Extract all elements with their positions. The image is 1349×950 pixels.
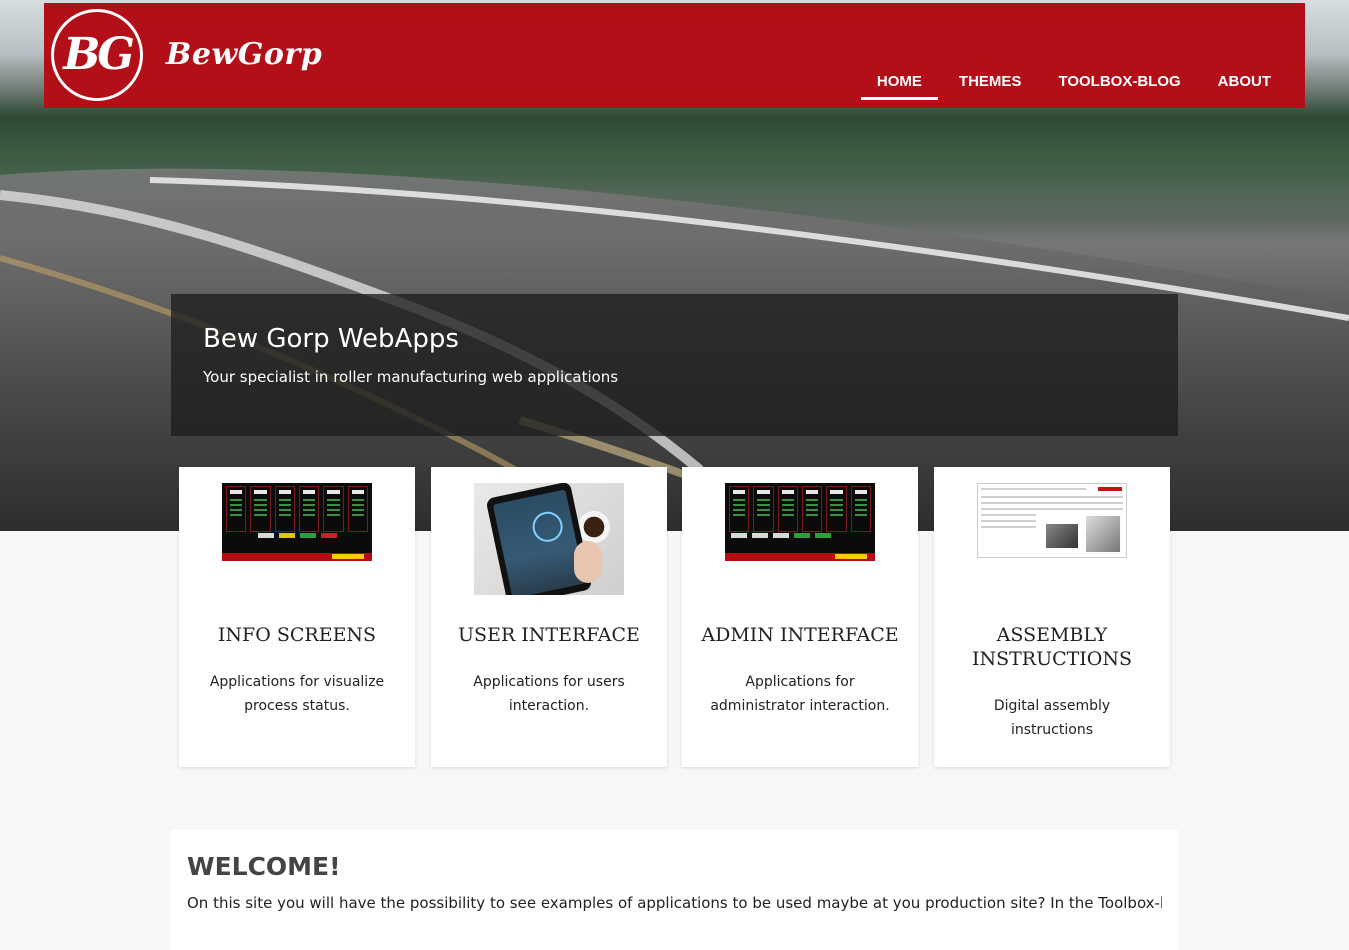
card-title[interactable]: USER INTERFACE (439, 623, 659, 647)
card-description: Applications for visualize process statu… (209, 674, 385, 714)
main-nav: HOME THEMES TOOLBOX-BLOG ABOUT (856, 73, 1287, 100)
nav-home[interactable]: HOME (860, 73, 938, 100)
logo[interactable]: BG (51, 9, 143, 101)
card-image[interactable] (222, 483, 372, 561)
header-bar: BG BewGorp HOME THEMES TOOLBOX-BLOG ABOU… (44, 3, 1305, 108)
card-admin-interface[interactable]: ADMIN INTERFACE Applications for adminis… (682, 467, 918, 767)
card-description: Applications for users interaction. (473, 674, 625, 714)
welcome-heading: WELCOME! (187, 852, 341, 881)
card-image[interactable] (977, 483, 1127, 558)
hero-overlay: Bew Gorp WebApps Your specialist in roll… (171, 294, 1178, 436)
welcome-section: WELCOME! On this site you will have the … (171, 830, 1178, 950)
card-info-screens[interactable]: INFO SCREENS Applications for visualize … (179, 467, 415, 767)
card-title[interactable]: ASSEMBLY INSTRUCTIONS (948, 623, 1156, 671)
brand-name[interactable]: BewGorp (166, 37, 322, 72)
nav-about[interactable]: ABOUT (1202, 73, 1287, 98)
hero-subtitle: Your specialist in roller manufacturing … (203, 368, 619, 386)
card-title[interactable]: INFO SCREENS (187, 623, 407, 647)
hero-title: Bew Gorp WebApps (203, 324, 459, 354)
card-title[interactable]: ADMIN INTERFACE (690, 623, 910, 647)
card-description: Applications for administrator interacti… (710, 674, 890, 714)
card-description: Digital assembly instructions (993, 698, 1111, 738)
nav-toolbox-blog[interactable]: TOOLBOX-BLOG (1042, 73, 1196, 98)
card-assembly-instructions[interactable]: ASSEMBLY INSTRUCTIONS Digital assembly i… (934, 467, 1170, 767)
card-image[interactable] (474, 483, 624, 595)
nav-themes[interactable]: THEMES (943, 73, 1038, 98)
welcome-text: On this site you will have the possibili… (187, 894, 1162, 912)
card-image[interactable] (725, 483, 875, 561)
card-user-interface[interactable]: USER INTERFACE Applications for users in… (431, 467, 667, 767)
logo-initials: BG (63, 29, 135, 80)
